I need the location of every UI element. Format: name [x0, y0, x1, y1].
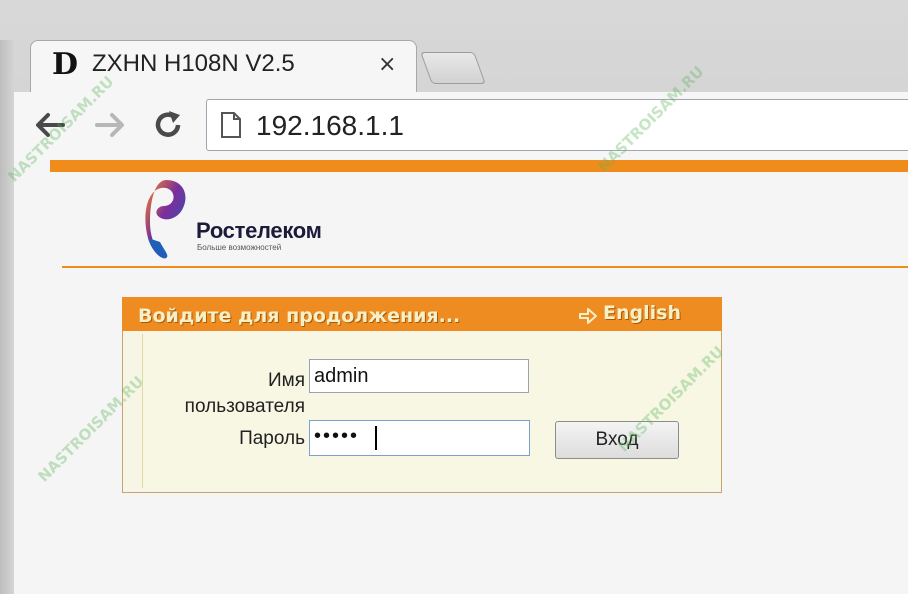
tab-favicon-icon: D [52, 47, 79, 82]
login-panel-title: Войдите для продолжения... [138, 305, 461, 327]
english-language-link[interactable]: English [603, 302, 681, 324]
page-icon [221, 112, 241, 138]
reload-icon [155, 111, 181, 137]
rostelecom-logo-icon [145, 180, 186, 259]
url-text[interactable]: 192.168.1.1 [256, 110, 404, 142]
header-top-bar [50, 160, 908, 172]
reload-button[interactable] [148, 100, 188, 150]
text-caret [375, 426, 377, 450]
english-language-label[interactable]: English [603, 302, 681, 324]
forward-arrow-icon [95, 113, 124, 137]
header-divider [62, 266, 908, 268]
tab-close-button[interactable]: × [378, 52, 396, 77]
password-label: Пароль [239, 428, 305, 449]
password-input[interactable]: ••••• [309, 420, 530, 456]
username-input[interactable] [309, 359, 529, 393]
tab-title: ZXHN H108N V2.5 [92, 50, 295, 77]
language-arrow-icon [579, 308, 597, 324]
brand-name: Ростелеком [196, 218, 322, 243]
new-tab-button[interactable] [420, 52, 486, 84]
brand-slogan: Больше возможностей [197, 243, 282, 252]
window-edge [0, 40, 14, 594]
username-label: Имя пользователя [184, 370, 305, 417]
forward-button[interactable] [90, 100, 130, 150]
